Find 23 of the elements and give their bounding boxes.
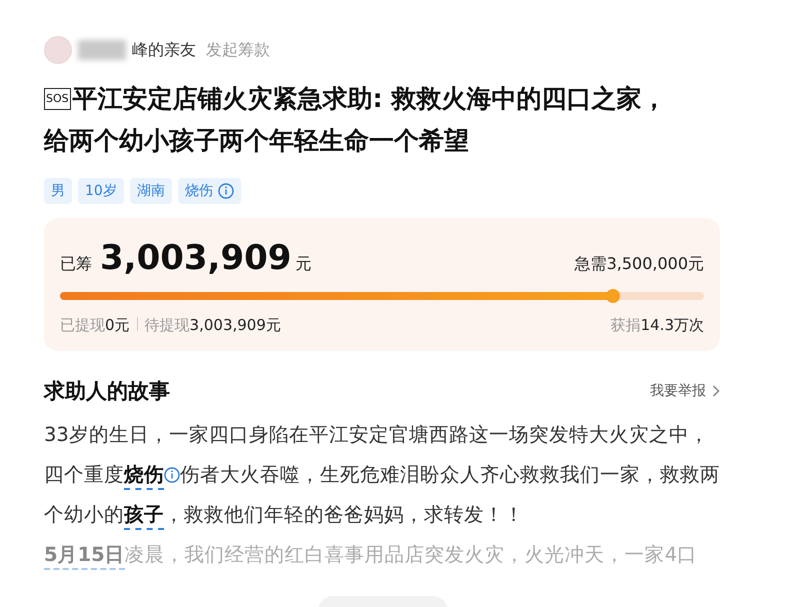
story-paragraph: 5月15日凌晨，我们经营的红白喜事用品店突发火灾，火光冲天，一家4口 [44,535,720,575]
tag: 男 [44,178,72,204]
tag: 湖南 [130,178,172,204]
raised-unit: 元 [295,254,312,273]
report-link[interactable]: 我要举报 [650,382,720,400]
withdrawn-stat: 已提现0元 [60,316,130,334]
chevron-icon [712,385,720,397]
target-amount: 急需3,500,000元 [574,254,704,275]
raised-label: 已筹 [60,254,92,273]
organizer-name: 峰的亲友 [132,40,196,60]
section-heading: 求助人的故事 [44,378,170,405]
tag: 10岁 [78,178,124,204]
tag: 烧伤 [178,178,241,204]
info-icon[interactable] [218,183,234,199]
donations-stat: 获捐14.3万次 [610,316,704,335]
raised-amount: 3,003,909 [100,238,292,278]
info-icon[interactable] [164,467,180,483]
avatar [44,36,72,64]
story-paragraph: 33岁的生日，一家四口身陷在平江安定官塘西路这一场突发特大火灾之中，四个重度烧伤伤者大火吞噬，生死危难泪盼众人齐心救救我们一家，救救两个幼小的孩子，救救他们年轻的爸爸妈妈，求转发！！ [44,415,720,535]
pending-stat: 待提现3,003,909元 [144,316,281,334]
sos-badge: SOS [44,88,71,110]
organizer-action: 发起筹款 [206,40,270,60]
blurred-name [78,40,126,60]
